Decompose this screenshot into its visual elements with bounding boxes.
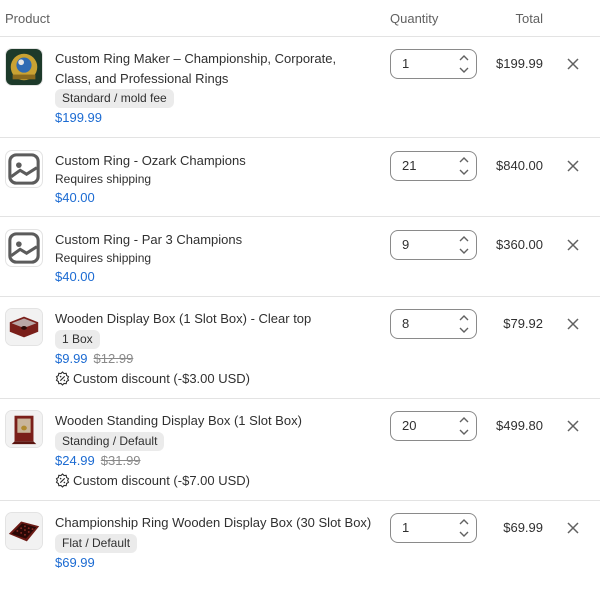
discount-badge-icon — [55, 472, 70, 488]
quantity-input[interactable]: 21 — [402, 158, 416, 173]
chevron-down-icon[interactable] — [457, 246, 471, 256]
discount-line: Custom discount (-$7.00 USD) — [55, 471, 375, 490]
unit-price: $69.99 — [55, 553, 375, 572]
line-total: $79.92 — [503, 316, 543, 331]
close-icon[interactable] — [566, 317, 580, 331]
chevron-up-icon[interactable] — [457, 517, 471, 527]
product-image[interactable] — [5, 48, 43, 86]
image-placeholder-icon — [8, 153, 40, 185]
line-total: $199.99 — [496, 56, 543, 71]
quantity-input[interactable]: 20 — [402, 418, 416, 433]
product-title[interactable]: Custom Ring - Par 3 Champions — [55, 230, 375, 250]
product-title[interactable]: Custom Ring Maker – Championship, Corpor… — [55, 49, 375, 88]
chevron-down-icon[interactable] — [457, 167, 471, 177]
quantity-input[interactable]: 9 — [402, 237, 409, 252]
unit-price: $9.99 $12.99 — [55, 349, 375, 368]
product-column-header: Product — [5, 11, 50, 26]
line-total: $69.99 — [503, 520, 543, 535]
line-total: $360.00 — [496, 237, 543, 252]
product-title[interactable]: Championship Ring Wooden Display Box (30… — [55, 513, 375, 533]
cart-line-item: Custom Ring Maker – Championship, Corpor… — [0, 37, 600, 138]
cart-line-item: Wooden Display Box (1 Slot Box) - Clear … — [0, 297, 600, 399]
close-icon[interactable] — [566, 521, 580, 535]
quantity-stepper[interactable]: 1 — [390, 49, 477, 79]
variant-badge: Standard / mold fee — [55, 89, 174, 108]
quantity-input[interactable]: 1 — [402, 520, 409, 535]
quantity-stepper[interactable]: 8 — [390, 309, 477, 339]
chevron-down-icon[interactable] — [457, 529, 471, 539]
discount-line: Custom discount (-$3.00 USD) — [55, 369, 375, 388]
line-total: $840.00 — [496, 158, 543, 173]
variant-badge: Standing / Default — [55, 431, 165, 451]
chevron-up-icon[interactable] — [457, 155, 471, 165]
price: $69.99 — [55, 554, 95, 570]
close-icon[interactable] — [566, 57, 580, 71]
discount-text: Custom discount (-$7.00 USD) — [73, 472, 251, 488]
compare-at-price: $31.99 — [100, 452, 141, 468]
compare-at-price: $12.99 — [93, 350, 134, 366]
discount-text: Custom discount (-$3.00 USD) — [73, 370, 251, 386]
total-column-header: Total — [515, 11, 543, 26]
shipping-note: Requires shipping — [55, 171, 152, 186]
quantity-stepper[interactable]: 21 — [390, 151, 477, 181]
quantity-stepper[interactable]: 1 — [390, 513, 477, 543]
product-title[interactable]: Wooden Display Box (1 Slot Box) - Clear … — [55, 309, 375, 329]
product-image[interactable] — [5, 308, 43, 346]
unit-price: $40.00 — [55, 188, 375, 207]
cart-line-item: Championship Ring Wooden Display Box (30… — [0, 501, 600, 599]
product-image[interactable] — [5, 229, 43, 267]
chevron-down-icon[interactable] — [457, 427, 471, 437]
image-placeholder-icon — [8, 232, 40, 264]
chevron-up-icon[interactable] — [457, 415, 471, 425]
unit-price: $24.99 $31.99 — [55, 451, 375, 470]
quantity-column-header: Quantity — [390, 11, 439, 26]
product-image[interactable] — [5, 410, 43, 448]
unit-price: $40.00 — [55, 267, 375, 286]
discount-badge-icon — [55, 370, 70, 386]
chevron-up-icon[interactable] — [457, 313, 471, 323]
quantity-stepper[interactable]: 9 — [390, 230, 477, 260]
quantity-input[interactable]: 8 — [402, 316, 409, 331]
price: $24.99 — [55, 452, 95, 468]
variant-badge: 1 Box — [55, 329, 100, 349]
unit-price: $199.99 — [55, 108, 375, 127]
close-icon[interactable] — [566, 419, 580, 433]
product-image[interactable] — [5, 150, 43, 188]
price: $40.00 — [55, 189, 95, 205]
product-image[interactable] — [5, 512, 43, 550]
close-icon[interactable] — [566, 238, 580, 252]
price: $9.99 — [55, 350, 88, 366]
variant-badge: Flat / Default — [55, 533, 138, 553]
cart-line-item: Custom Ring - Ozark Champions Requires s… — [0, 138, 600, 217]
cart-line-item: Custom Ring - Par 3 Champions Requires s… — [0, 217, 600, 297]
chevron-up-icon[interactable] — [457, 234, 471, 244]
shipping-note: Requires shipping — [55, 250, 152, 265]
cart-line-item: Wooden Standing Display Box (1 Slot Box)… — [0, 399, 600, 501]
quantity-input[interactable]: 1 — [402, 56, 409, 71]
chevron-up-icon[interactable] — [457, 53, 471, 63]
price: $199.99 — [55, 110, 102, 125]
price: $40.00 — [55, 268, 95, 284]
cart-header: Product Quantity Total — [0, 0, 600, 37]
chevron-down-icon[interactable] — [457, 65, 471, 75]
product-title[interactable]: Custom Ring - Ozark Champions — [55, 151, 375, 171]
quantity-stepper[interactable]: 20 — [390, 411, 477, 441]
product-title[interactable]: Wooden Standing Display Box (1 Slot Box) — [55, 411, 375, 431]
line-total: $499.80 — [496, 418, 543, 433]
chevron-down-icon[interactable] — [457, 325, 471, 335]
close-icon[interactable] — [566, 159, 580, 173]
